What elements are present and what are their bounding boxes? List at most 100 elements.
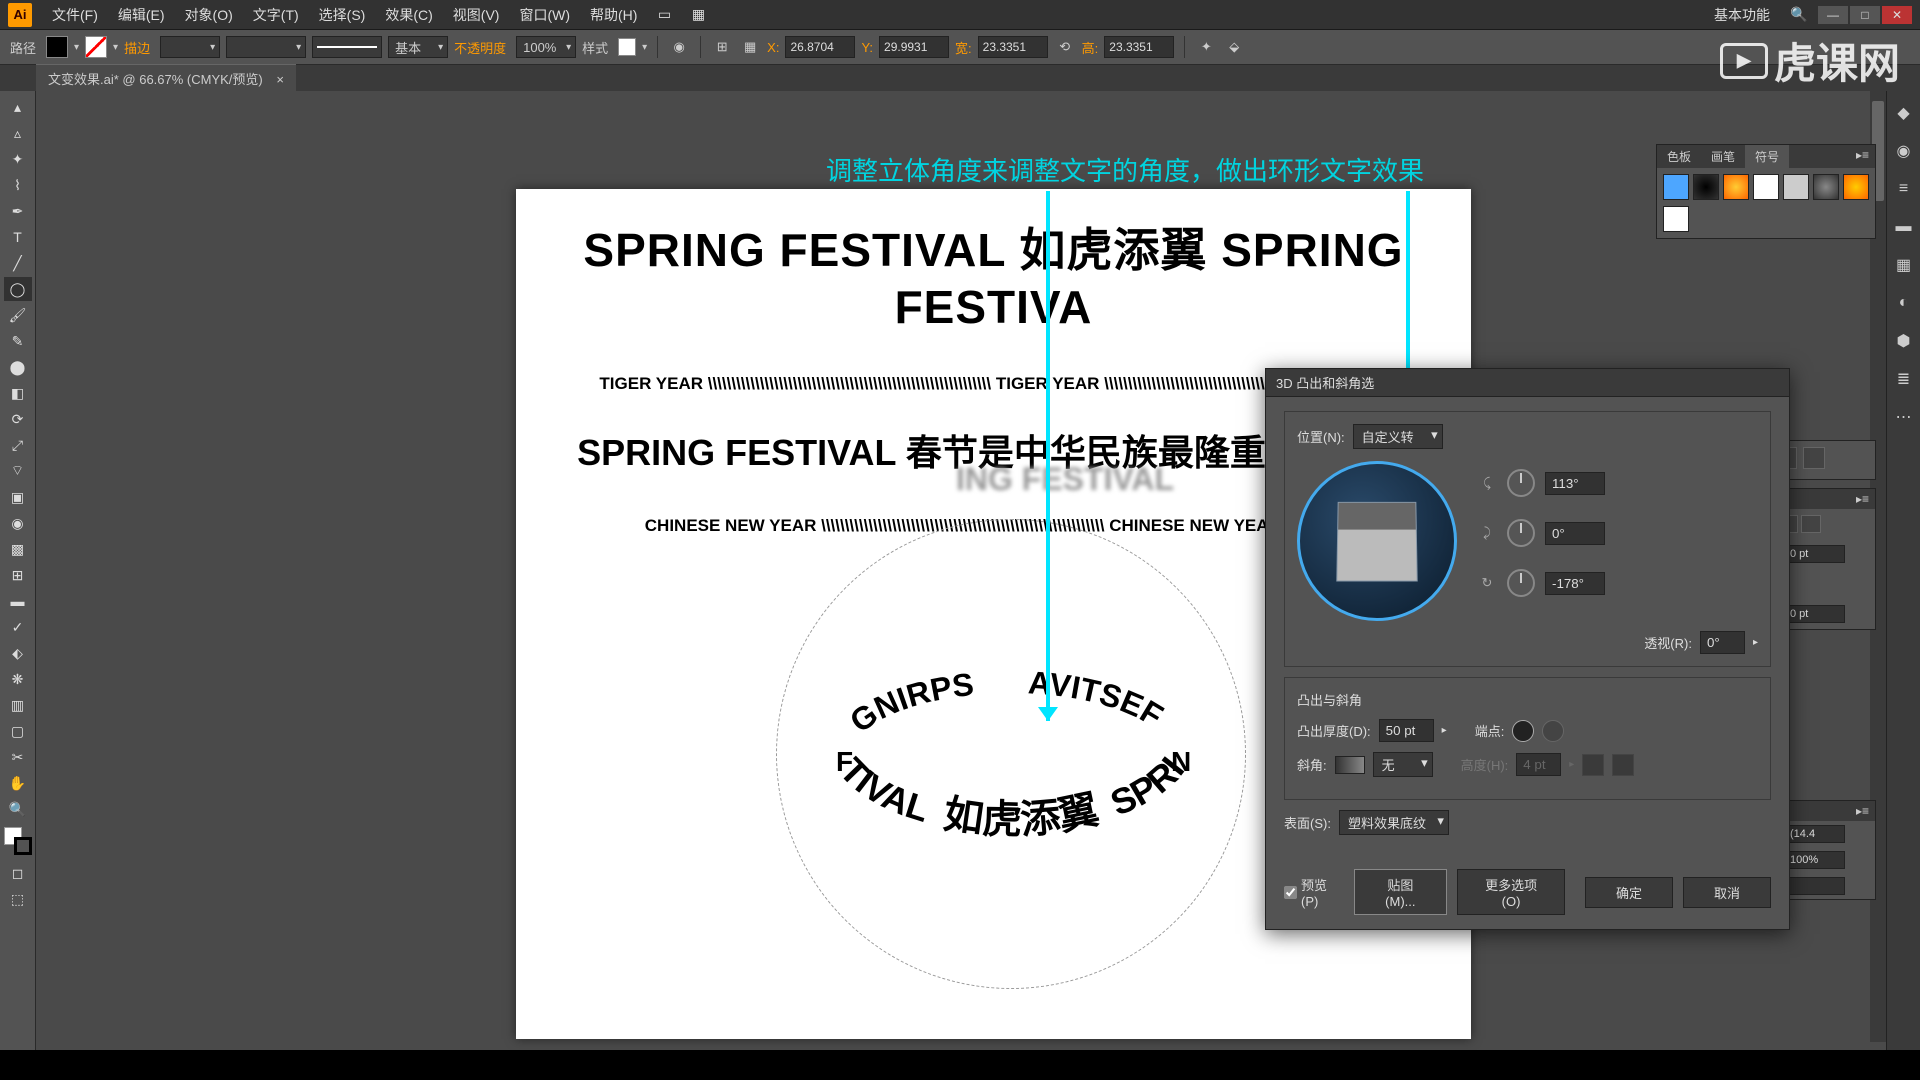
swatch-item[interactable] (1753, 174, 1779, 200)
panel-menu-icon[interactable]: ▸≡ (1850, 145, 1875, 168)
bevel-swatch[interactable] (1335, 756, 1365, 774)
swatch-item[interactable] (1783, 174, 1809, 200)
shape-builder-tool[interactable]: ◉ (4, 511, 32, 535)
draw-mode-normal[interactable]: ◻ (4, 861, 32, 885)
hand-tool[interactable]: ✋ (4, 771, 32, 795)
magic-wand-tool[interactable]: ✦ (4, 147, 32, 171)
swatches-tab[interactable]: 色板 (1657, 145, 1701, 168)
surface-dropdown[interactable]: 塑料效果底纹 (1339, 810, 1449, 835)
heading-1[interactable]: SPRING FESTIVAL 如虎添翼 SPRING FESTIVA (516, 214, 1471, 334)
dock-gradient-icon[interactable]: ▬ (1892, 215, 1916, 239)
rotate-y-input[interactable] (1545, 522, 1605, 545)
dock-more-icon[interactable]: ⋯ (1892, 405, 1916, 429)
layout-icon[interactable]: ▭ (653, 4, 675, 26)
dock-colorguide-icon[interactable]: ◉ (1892, 139, 1916, 163)
menu-type[interactable]: 文字(T) (243, 5, 309, 25)
arrange-icon[interactable]: ▦ (687, 4, 709, 26)
ring-text-object[interactable]: GNIRPS AVITSEF TIVAL 如虎添翼 SPRI F (776, 519, 1246, 989)
dialog-title[interactable]: 3D 凸出和斜角选 (1266, 369, 1789, 397)
dock-transparency-icon[interactable]: ▦ (1892, 253, 1916, 277)
tab-close-icon[interactable]: × (276, 72, 284, 87)
paintbrush-tool[interactable]: 🖌 (4, 303, 32, 327)
rotate-z-dial[interactable] (1507, 569, 1535, 597)
symbol-sprayer-tool[interactable]: ❋ (4, 667, 32, 691)
stroke-swatch[interactable] (85, 36, 107, 58)
more-icon[interactable]: ⬙ (1223, 36, 1245, 58)
eraser-tool[interactable]: ◧ (4, 381, 32, 405)
direct-selection-tool[interactable]: ▵ (4, 121, 32, 145)
swatch-item[interactable] (1663, 174, 1689, 200)
swatch-item[interactable] (1663, 206, 1689, 232)
stroke-profile-dropdown[interactable] (226, 36, 306, 58)
mesh-tool[interactable]: ⊞ (4, 563, 32, 587)
free-transform-tool[interactable]: ▣ (4, 485, 32, 509)
artboard-tool[interactable]: ▢ (4, 719, 32, 743)
swatch-item[interactable] (1693, 174, 1719, 200)
line-tool[interactable]: ╱ (4, 251, 32, 275)
gradient-tool[interactable]: ▬ (4, 589, 32, 613)
stroke-style-preview[interactable] (312, 36, 382, 58)
position-dropdown[interactable]: 自定义转 (1353, 424, 1443, 449)
panel-menu-icon[interactable]: ▸≡ (1850, 489, 1875, 509)
dock-graphic-styles-icon[interactable]: ⬢ (1892, 329, 1916, 353)
pencil-tool[interactable]: ✎ (4, 329, 32, 353)
swatch-item[interactable] (1723, 174, 1749, 200)
style-swatch[interactable] (618, 38, 636, 56)
indent-right-input[interactable] (1785, 545, 1845, 563)
perspective-tool[interactable]: ▩ (4, 537, 32, 561)
document-tab[interactable]: 文变效果.ai* @ 66.67% (CMYK/预览) × (36, 64, 296, 92)
pen-tool[interactable]: ✒ (4, 199, 32, 223)
scale-tool[interactable]: ⤢ (4, 433, 32, 457)
leading-input[interactable] (1785, 825, 1845, 843)
menu-help[interactable]: 帮助(H) (580, 5, 647, 25)
cap-off-button[interactable] (1542, 720, 1564, 742)
x-input[interactable] (785, 36, 855, 58)
stroke-color[interactable] (14, 837, 32, 855)
opacity-dropdown[interactable]: 100% (516, 36, 576, 58)
menu-edit[interactable]: 编辑(E) (108, 5, 175, 25)
column-graph-tool[interactable]: ▥ (4, 693, 32, 717)
stroke-label[interactable]: 描边 (124, 38, 150, 57)
swatch-item[interactable] (1813, 174, 1839, 200)
shape-icon[interactable]: ✦ (1195, 36, 1217, 58)
rotate-x-dial[interactable] (1507, 469, 1535, 497)
menu-file[interactable]: 文件(F) (42, 5, 108, 25)
y-input[interactable] (879, 36, 949, 58)
ok-button[interactable]: 确定 (1585, 877, 1673, 908)
maximize-button[interactable]: □ (1850, 6, 1880, 24)
w-input[interactable] (978, 36, 1048, 58)
type-tool[interactable]: T (4, 225, 32, 249)
brush-dropdown[interactable]: 基本 (388, 36, 448, 58)
hscale-input[interactable] (1785, 851, 1845, 869)
perspective-input[interactable] (1700, 631, 1745, 654)
stroke-weight-dropdown[interactable] (160, 36, 220, 58)
menu-view[interactable]: 视图(V) (443, 5, 510, 25)
dock-layers-icon[interactable]: ≣ (1892, 367, 1916, 391)
fill-stroke-control[interactable] (4, 827, 32, 855)
recolor-icon[interactable]: ◉ (668, 36, 690, 58)
rotate-y-dial[interactable] (1507, 519, 1535, 547)
link-wh-icon[interactable]: ⟲ (1054, 36, 1076, 58)
transform-icon[interactable]: ▦ (739, 36, 761, 58)
swatch-item[interactable] (1843, 174, 1869, 200)
cap-on-button[interactable] (1512, 720, 1534, 742)
selection-tool[interactable]: ▴ (4, 95, 32, 119)
align-bottom-button[interactable] (1803, 447, 1825, 469)
3d-cube-preview[interactable] (1297, 461, 1457, 621)
preview-checkbox[interactable]: 预览(P) (1284, 875, 1344, 909)
search-icon[interactable]: 🔍 (1788, 4, 1810, 26)
screen-mode[interactable]: ⬚ (4, 887, 32, 911)
ellipse-tool[interactable]: ◯ (4, 277, 32, 301)
fill-swatch[interactable] (46, 36, 68, 58)
zoom-tool[interactable]: 🔍 (4, 797, 32, 821)
menu-object[interactable]: 对象(O) (175, 5, 243, 25)
slice-tool[interactable]: ✂ (4, 745, 32, 769)
para-justify-all[interactable] (1801, 515, 1821, 533)
menu-effect[interactable]: 效果(C) (375, 5, 442, 25)
minimize-button[interactable]: — (1818, 6, 1848, 24)
menu-select[interactable]: 选择(S) (309, 5, 376, 25)
close-button[interactable]: ✕ (1882, 6, 1912, 24)
more-options-button[interactable]: 更多选项(O) (1457, 869, 1565, 915)
space-after-input[interactable] (1785, 605, 1845, 623)
opacity-label[interactable]: 不透明度 (454, 38, 506, 57)
